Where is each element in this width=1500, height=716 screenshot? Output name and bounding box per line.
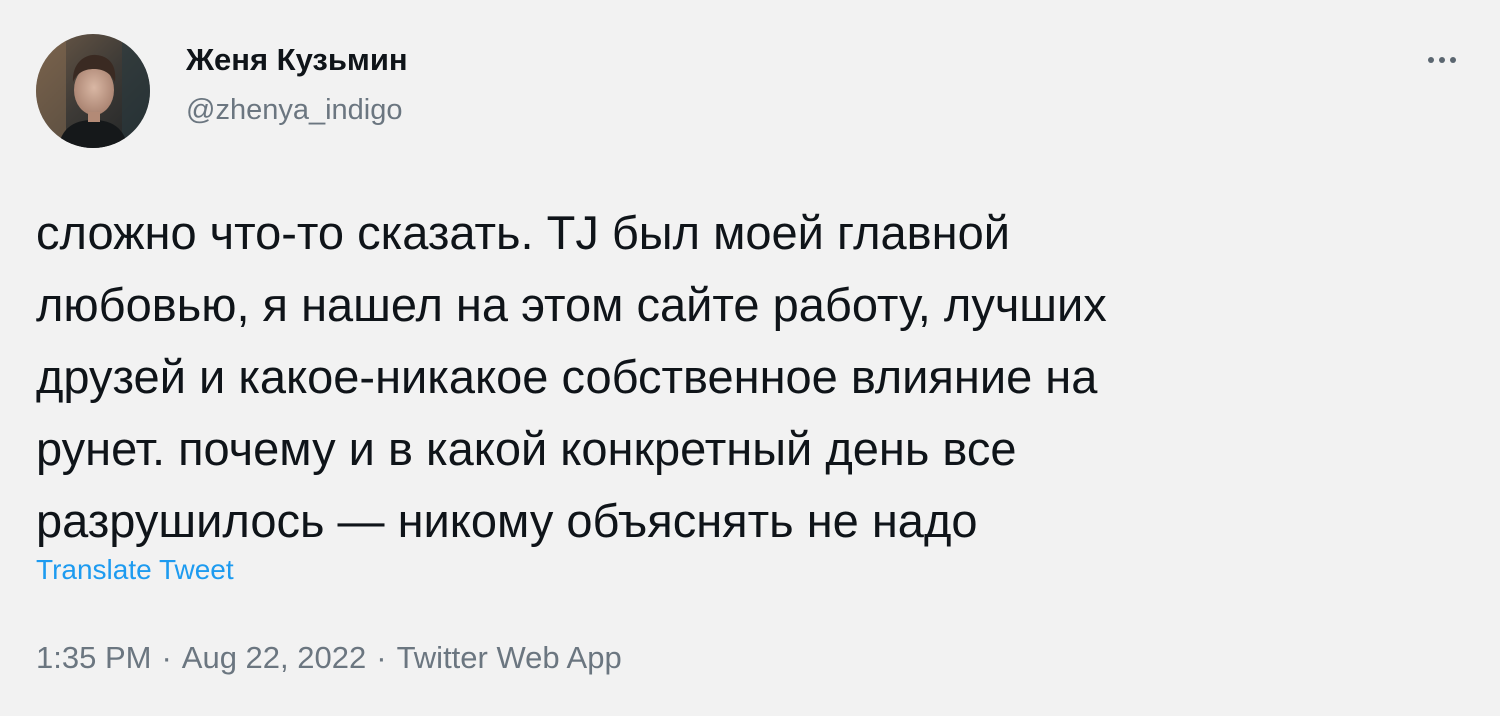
tweet-text: сложно что-то сказать. TJ был моей главн…	[36, 197, 1436, 557]
tweet-text-line: сложно что-то сказать. TJ был моей главн…	[36, 206, 1010, 259]
tweet-source[interactable]: Twitter Web App	[397, 640, 622, 675]
meta-separator: ·	[376, 640, 387, 675]
tweet-text-line: друзей и какое-никакое собственное влиян…	[36, 350, 1098, 403]
user-avatar-photo-icon	[36, 34, 150, 148]
meta-separator: ·	[161, 640, 172, 675]
tweet-time[interactable]: 1:35 PM	[36, 640, 151, 675]
tweet-card: Женя Кузьмин @zhenya_indigo сложно что-т…	[0, 0, 1500, 716]
more-horizontal-icon	[1428, 57, 1434, 63]
tweet-text-line: разрушилось — никому объяснять не надо	[36, 494, 978, 547]
tweet-text-line: рунет. почему и в какой конкретный день …	[36, 422, 1017, 475]
tweet-date[interactable]: Aug 22, 2022	[182, 640, 366, 675]
more-horizontal-icon-dot	[1439, 57, 1445, 63]
more-horizontal-icon-dot	[1450, 57, 1456, 63]
tweet-text-line: любовью, я нашел на этом сайте работу, л…	[36, 278, 1107, 331]
author-display-name[interactable]: Женя Кузьмин	[186, 42, 408, 78]
more-options-button[interactable]	[1420, 40, 1464, 80]
tweet-metadata: 1:35 PM · Aug 22, 2022 · Twitter Web App	[36, 640, 622, 676]
translate-tweet-link[interactable]: Translate Tweet	[36, 554, 234, 586]
author-handle[interactable]: @zhenya_indigo	[186, 94, 402, 127]
author-avatar[interactable]	[36, 34, 150, 148]
